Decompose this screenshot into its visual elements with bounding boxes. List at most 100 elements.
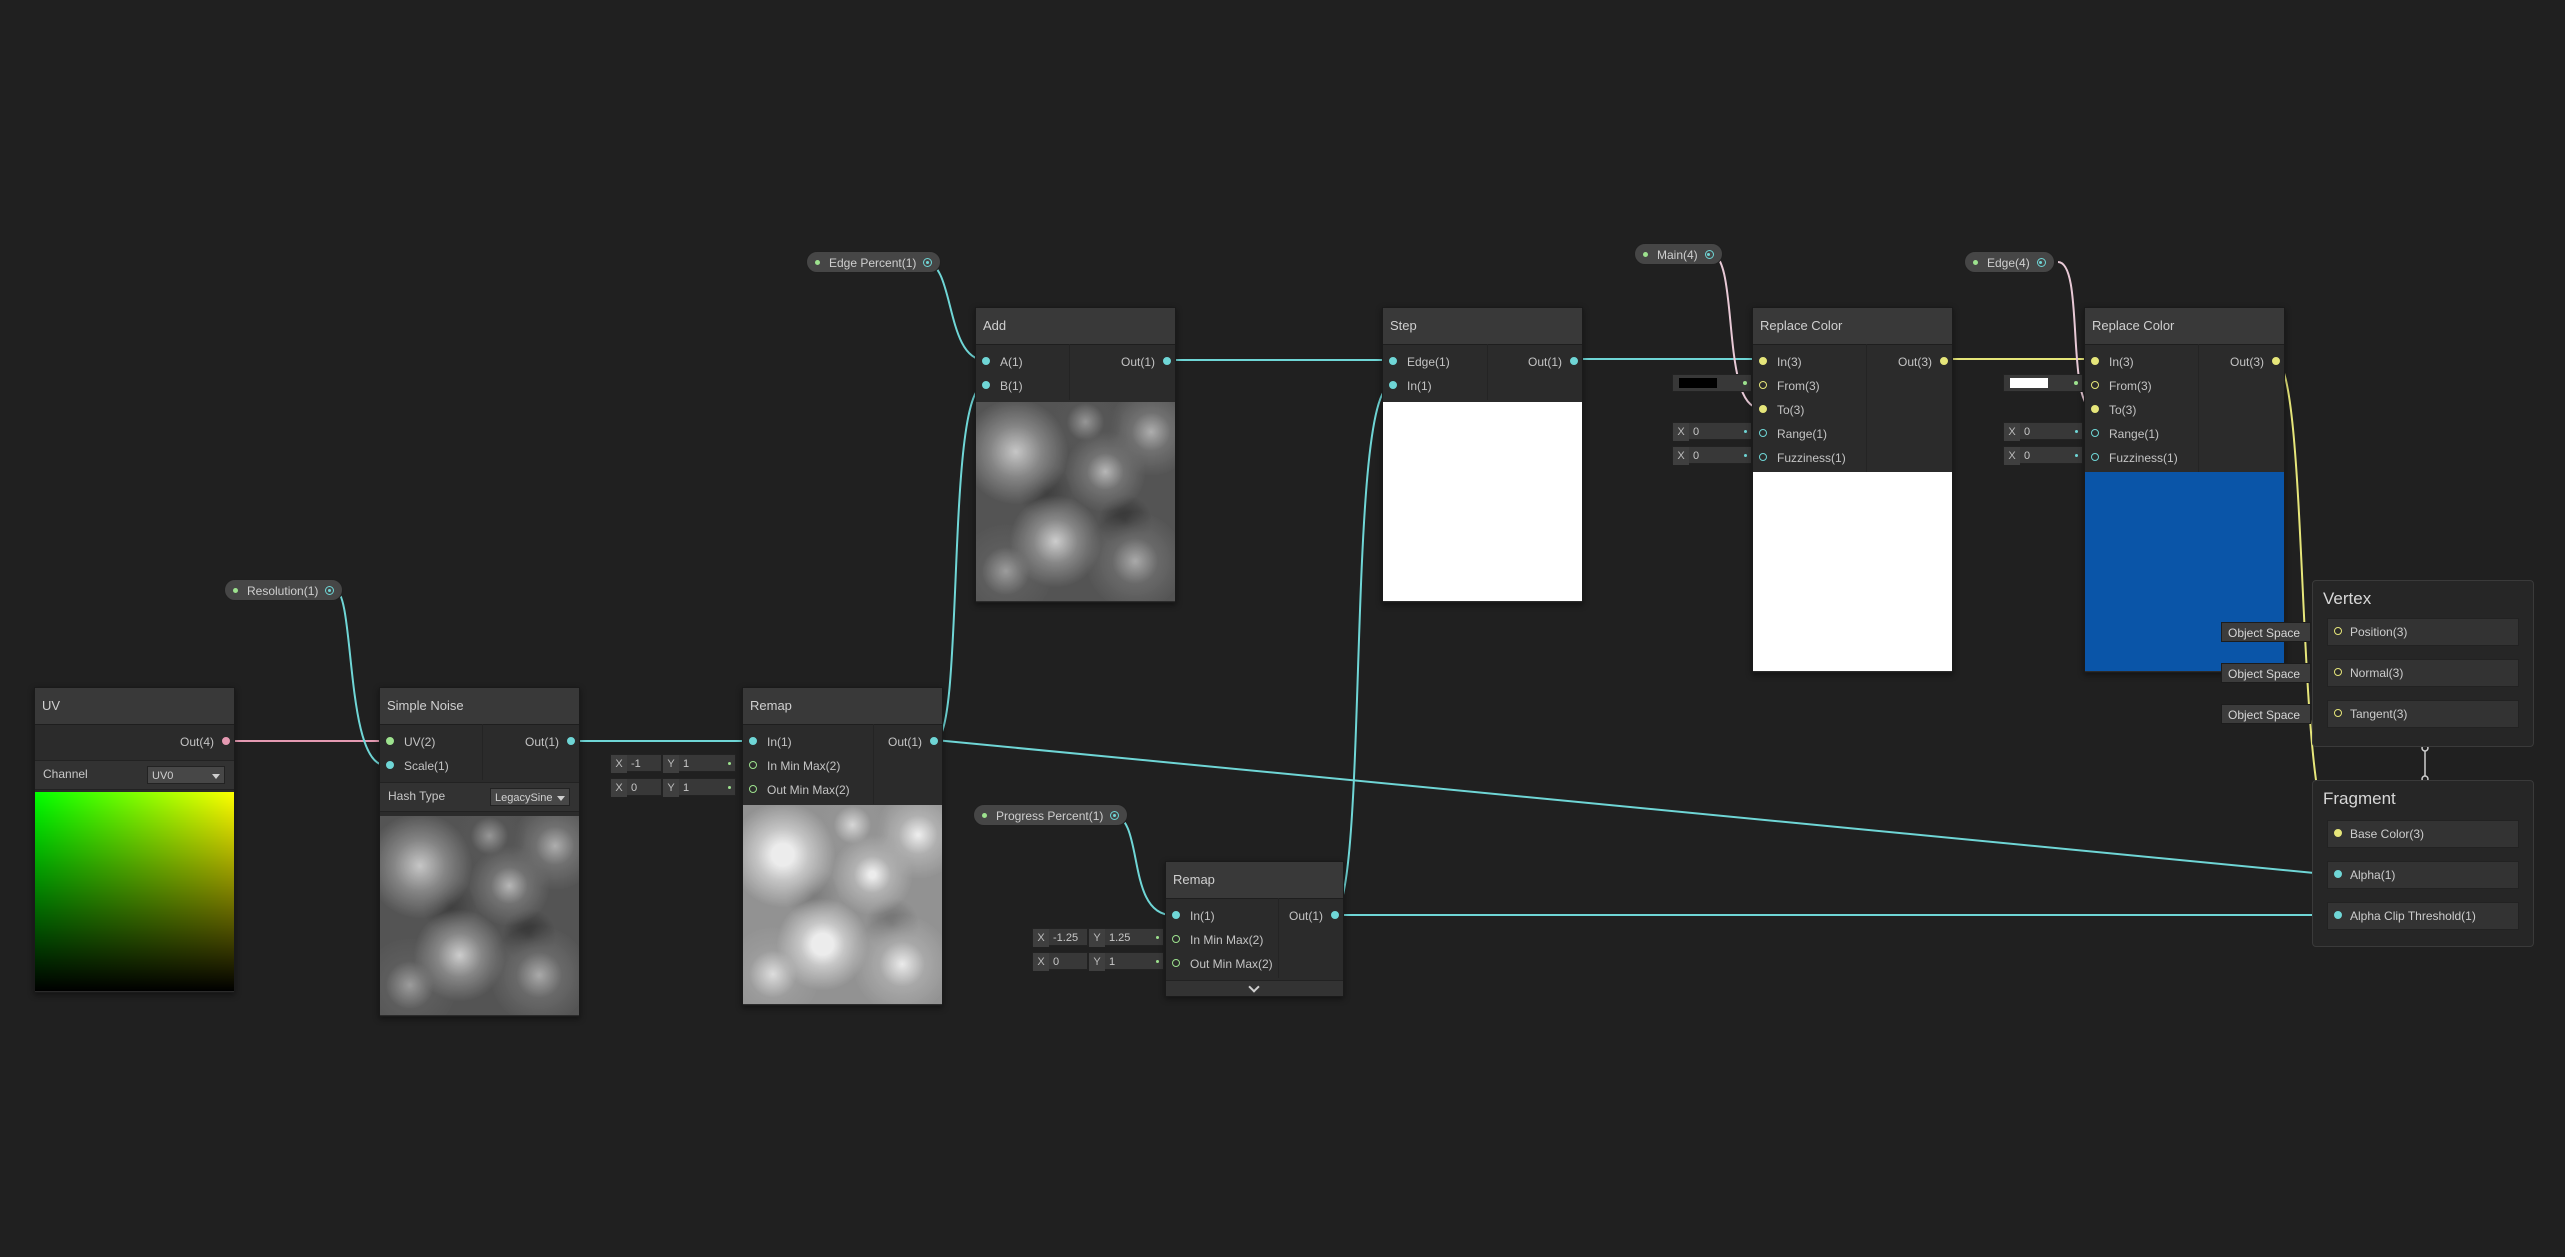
- port-connector-icon[interactable]: [2334, 911, 2342, 919]
- port-connector-icon[interactable]: [222, 737, 230, 745]
- input-port-in-min-max[interactable]: In Min Max(2): [1166, 928, 1263, 952]
- port-connector-icon[interactable]: [749, 761, 757, 769]
- remap1-out-min-max-y[interactable]: Y1: [662, 778, 736, 797]
- port-connector-icon[interactable]: [1172, 959, 1180, 967]
- property-edge[interactable]: Edge(4): [1964, 251, 2055, 273]
- simple-noise-node[interactable]: Simple Noise UV(2) Scale(1) Out(1) Hash …: [379, 687, 580, 1017]
- port-connector-icon[interactable]: [2334, 870, 2342, 878]
- remap1-in-min-max-y[interactable]: Y1: [662, 754, 736, 773]
- step-node[interactable]: Step Edge(1) In(1) Out(1): [1382, 307, 1583, 603]
- output-port-icon[interactable]: [923, 258, 933, 267]
- port-connector-icon[interactable]: [1759, 381, 1767, 389]
- port-connector-icon[interactable]: [2334, 668, 2342, 676]
- output-port-icon[interactable]: [325, 586, 335, 595]
- expand-preview-bar[interactable]: [1166, 980, 1343, 996]
- port-connector-icon[interactable]: [2334, 829, 2342, 837]
- input-port-to[interactable]: To(3): [1753, 398, 1804, 422]
- port-connector-icon[interactable]: [2091, 381, 2099, 389]
- port-connector-icon[interactable]: [2334, 709, 2342, 717]
- output-port-icon[interactable]: [1704, 250, 1714, 259]
- input-port-from[interactable]: From(3): [2085, 374, 2152, 398]
- port-connector-icon[interactable]: [2091, 405, 2099, 413]
- port-connector-icon[interactable]: [1759, 405, 1767, 413]
- replace1-from-swatch[interactable]: [1672, 374, 1752, 392]
- remap2-in-min-max-y[interactable]: Y 1.25: [1088, 928, 1164, 947]
- port-connector-icon[interactable]: [1759, 453, 1767, 461]
- port-connector-icon[interactable]: [1331, 911, 1339, 919]
- property-edge-percent[interactable]: Edge Percent(1): [806, 251, 942, 273]
- port-connector-icon[interactable]: [2272, 357, 2280, 365]
- input-port-b[interactable]: B(1): [976, 374, 1023, 398]
- input-port-to[interactable]: To(3): [2085, 398, 2136, 422]
- vertex-normal-space[interactable]: Object Space: [2221, 663, 2311, 683]
- fragment-slot-alpha[interactable]: Alpha(1): [2327, 861, 2519, 889]
- input-port-from[interactable]: From(3): [1753, 374, 1820, 398]
- replace-color-node-2[interactable]: Replace Color In(3) From(3) To(3) Range(…: [2084, 307, 2285, 673]
- port-connector-icon[interactable]: [1389, 381, 1397, 389]
- input-port-out-min-max[interactable]: Out Min Max(2): [1166, 952, 1273, 976]
- output-port-icon[interactable]: [1110, 811, 1120, 820]
- port-connector-icon[interactable]: [1163, 357, 1171, 365]
- fragment-slot-base-color[interactable]: Base Color(3): [2327, 820, 2519, 848]
- output-port-out[interactable]: Out(1): [743, 730, 942, 754]
- remap2-out-min-max-y[interactable]: Y1: [1088, 952, 1164, 971]
- port-connector-icon[interactable]: [1940, 357, 1948, 365]
- port-connector-icon[interactable]: [749, 785, 757, 793]
- vertex-slot-tangent[interactable]: Tangent(3): [2327, 700, 2519, 728]
- port-connector-icon[interactable]: [1570, 357, 1578, 365]
- port-connector-icon[interactable]: [2334, 627, 2342, 635]
- property-main[interactable]: Main(4): [1634, 243, 1723, 265]
- vertex-slot-normal[interactable]: Normal(3): [2327, 659, 2519, 687]
- port-connector-icon[interactable]: [2091, 429, 2099, 437]
- input-port-in[interactable]: In(1): [1383, 374, 1432, 398]
- input-port-scale[interactable]: Scale(1): [380, 754, 449, 778]
- output-port-out[interactable]: Out(1): [976, 350, 1175, 374]
- replace-color-node-1[interactable]: Replace Color In(3) From(3) To(3) Range(…: [1752, 307, 1953, 673]
- input-port-fuzziness[interactable]: Fuzziness(1): [2085, 446, 2178, 470]
- output-port-out[interactable]: Out(1): [380, 730, 579, 754]
- replace2-range-x[interactable]: X0: [2003, 422, 2083, 441]
- fragment-block[interactable]: Fragment Base Color(3) Alpha(1) Alpha Cl…: [2312, 780, 2534, 947]
- port-label: Out(1): [1288, 909, 1323, 923]
- port-connector-icon[interactable]: [567, 737, 575, 745]
- remap1-in-min-max-x[interactable]: X -1: [610, 754, 662, 773]
- uv-node[interactable]: UV Out(4) Channel UV0: [34, 687, 235, 993]
- add-node[interactable]: Add A(1) B(1) Out(1): [975, 307, 1176, 603]
- remap2-out-min-max-x[interactable]: X0: [1032, 952, 1088, 971]
- input-port-fuzziness[interactable]: Fuzziness(1): [1753, 446, 1846, 470]
- output-port-out[interactable]: Out(4): [35, 730, 234, 754]
- vertex-slot-position[interactable]: Position(3): [2327, 618, 2519, 646]
- channel-dropdown[interactable]: UV0: [147, 766, 225, 784]
- remap2-in-min-max-x[interactable]: X -1.25: [1032, 928, 1088, 947]
- output-port-icon[interactable]: [2036, 258, 2046, 267]
- fragment-slot-alpha-clip[interactable]: Alpha Clip Threshold(1): [2327, 902, 2519, 930]
- input-port-in-min-max[interactable]: In Min Max(2): [743, 754, 840, 778]
- vertex-block[interactable]: Vertex Position(3) Normal(3) Tangent(3): [2312, 580, 2534, 747]
- hash-type-dropdown[interactable]: LegacySine: [490, 788, 570, 806]
- remap-node-2[interactable]: Remap In(1) In Min Max(2) Out Min Max(2)…: [1165, 861, 1344, 997]
- replace1-fuzziness-x[interactable]: X0: [1672, 446, 1752, 465]
- port-connector-icon[interactable]: [930, 737, 938, 745]
- remap-node-1[interactable]: Remap In(1) In Min Max(2) Out Min Max(2)…: [742, 687, 943, 1006]
- input-port-out-min-max[interactable]: Out Min Max(2): [743, 778, 850, 802]
- output-port-out[interactable]: Out(1): [1383, 350, 1582, 374]
- replace1-preview: [1753, 472, 1952, 671]
- replace2-from-swatch[interactable]: [2003, 374, 2083, 392]
- port-connector-icon[interactable]: [2091, 453, 2099, 461]
- port-connector-icon[interactable]: [1759, 429, 1767, 437]
- property-progress-percent[interactable]: Progress Percent(1): [973, 804, 1129, 826]
- input-port-range[interactable]: Range(1): [1753, 422, 1827, 446]
- property-resolution[interactable]: Resolution(1): [224, 579, 344, 601]
- vertex-tangent-space[interactable]: Object Space: [2221, 704, 2311, 724]
- output-port-out[interactable]: Out(3): [1753, 350, 1952, 374]
- output-port-out[interactable]: Out(1): [1166, 904, 1343, 928]
- port-connector-icon[interactable]: [982, 381, 990, 389]
- remap1-out-min-max-x[interactable]: X0: [610, 778, 662, 797]
- port-connector-icon[interactable]: [1172, 935, 1180, 943]
- replace1-range-x[interactable]: X0: [1672, 422, 1752, 441]
- replace2-fuzziness-x[interactable]: X0: [2003, 446, 2083, 465]
- output-port-out[interactable]: Out(3): [2085, 350, 2284, 374]
- vertex-position-space[interactable]: Object Space: [2221, 622, 2311, 642]
- port-connector-icon[interactable]: [386, 761, 394, 769]
- input-port-range[interactable]: Range(1): [2085, 422, 2159, 446]
